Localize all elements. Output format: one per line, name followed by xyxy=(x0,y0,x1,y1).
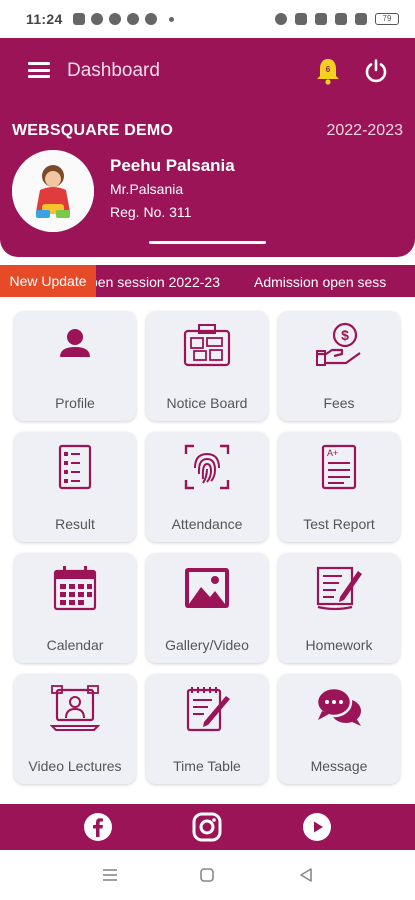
notice-board-icon xyxy=(183,324,231,367)
recent-apps-button[interactable] xyxy=(100,865,120,885)
student-photo xyxy=(12,150,94,232)
system-icons: 79 xyxy=(275,13,399,25)
facebook-notification-icon xyxy=(126,13,139,25)
facebook-button[interactable] xyxy=(83,812,113,842)
tile-label: Result xyxy=(55,516,95,532)
app-notification-icon xyxy=(90,13,103,25)
time-table-icon xyxy=(186,687,230,732)
student-avatar[interactable] xyxy=(12,150,94,232)
svg-text:$: $ xyxy=(341,327,349,343)
app-notification-icon xyxy=(108,13,121,25)
menu-icon[interactable] xyxy=(28,62,50,78)
calendar-icon xyxy=(53,566,97,611)
message-tile[interactable]: Message xyxy=(278,674,400,784)
status-bar: 11:24 79 xyxy=(0,0,415,38)
message-icon xyxy=(315,686,361,726)
notice-board-tile[interactable]: Notice Board xyxy=(146,311,268,421)
attendance-tile[interactable]: Attendance xyxy=(146,432,268,542)
notification-count: 6 xyxy=(325,65,331,74)
tile-label: Time Table xyxy=(173,758,241,774)
tile-label: Attendance xyxy=(171,516,243,532)
tile-label: Gallery/Video xyxy=(165,637,249,653)
app-notification-icon xyxy=(72,13,85,25)
tile-label: Profile xyxy=(55,395,95,411)
gallery-icon xyxy=(185,568,229,608)
profile-icon xyxy=(60,329,90,357)
home-button[interactable] xyxy=(197,865,217,885)
drag-handle xyxy=(149,241,266,244)
father-name: Mr.Palsania xyxy=(110,181,184,197)
instagram-button[interactable] xyxy=(192,812,222,842)
top-app-bar: Dashboard 6 xyxy=(0,38,415,104)
test-report-icon: A+ xyxy=(321,444,357,490)
dashboard-header: Dashboard 6 WEBSQUARE DEMO 2022-2023 Pee… xyxy=(0,38,415,257)
more-notifications-dot xyxy=(168,16,174,22)
profile-tile[interactable]: Profile xyxy=(14,311,136,421)
ticker-item: Admission open sess xyxy=(254,274,387,290)
session-year: 2022-2023 xyxy=(326,122,403,139)
youtube-icon xyxy=(303,813,331,841)
homework-tile[interactable]: Homework xyxy=(278,553,400,663)
status-time: 11:24 xyxy=(26,11,63,27)
calendar-tile[interactable]: Calendar xyxy=(14,553,136,663)
fees-icon: $ xyxy=(316,322,361,366)
bluetooth-icon xyxy=(295,13,307,25)
page-title: Dashboard xyxy=(67,60,160,81)
logout-button[interactable] xyxy=(363,58,389,84)
alarm-icon xyxy=(275,13,287,25)
fingerprint-icon xyxy=(184,444,230,490)
news-ticker[interactable]: pen session 2022-23 Admission open sess N… xyxy=(0,265,415,297)
fees-tile[interactable]: $ Fees xyxy=(278,311,400,421)
student-name: Peehu Palsania xyxy=(110,156,235,175)
instagram-icon xyxy=(192,812,222,842)
system-navigation-bar xyxy=(0,850,415,900)
result-icon xyxy=(58,444,92,490)
signal-icon xyxy=(355,13,367,25)
menu-lines-icon xyxy=(103,869,117,881)
school-name: WEBSQUARE DEMO xyxy=(12,122,174,139)
app-notification-icon xyxy=(144,13,157,25)
tile-label: Notice Board xyxy=(166,395,248,411)
back-button[interactable] xyxy=(296,865,316,885)
back-triangle-icon xyxy=(300,868,312,882)
tile-label: Calendar xyxy=(46,637,104,653)
tile-label: Video Lectures xyxy=(28,758,122,774)
time-table-tile[interactable]: Time Table xyxy=(146,674,268,784)
tile-label: Fees xyxy=(323,395,355,411)
result-tile[interactable]: Result xyxy=(14,432,136,542)
notification-button[interactable]: 6 xyxy=(313,56,343,86)
ticker-item: pen session 2022-23 xyxy=(90,274,220,290)
battery-icon: 79 xyxy=(375,13,399,25)
registration-number: Reg. No. 311 xyxy=(110,204,192,220)
youtube-button[interactable] xyxy=(302,812,332,842)
ticker-text: pen session 2022-23 Admission open sess xyxy=(90,274,386,290)
facebook-icon xyxy=(84,813,112,841)
svg-text:A+: A+ xyxy=(327,448,338,458)
square-icon xyxy=(200,868,214,882)
notification-icons xyxy=(72,13,174,25)
gallery-tile[interactable]: Gallery/Video xyxy=(146,553,268,663)
power-icon xyxy=(365,59,387,83)
homework-icon xyxy=(316,566,362,611)
video-lectures-tile[interactable]: Video Lectures xyxy=(14,674,136,784)
test-report-tile[interactable]: A+ Test Report xyxy=(278,432,400,542)
new-update-badge: New Update xyxy=(0,265,96,297)
tile-label: Message xyxy=(310,758,368,774)
wifi-icon xyxy=(315,13,327,25)
signal-icon xyxy=(335,13,347,25)
video-lectures-icon xyxy=(50,685,100,731)
tile-label: Homework xyxy=(305,637,373,653)
tile-label: Test Report xyxy=(303,516,375,532)
social-footer xyxy=(0,804,415,850)
